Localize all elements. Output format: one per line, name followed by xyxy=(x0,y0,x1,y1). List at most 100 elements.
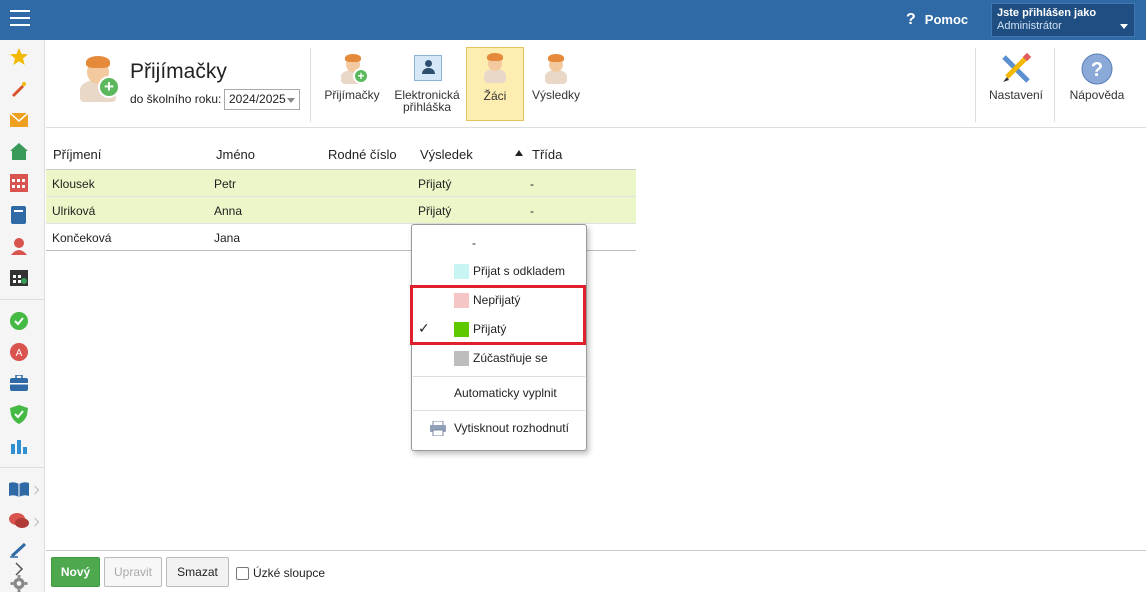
results-icon xyxy=(544,53,568,85)
pen-icon[interactable] xyxy=(10,542,28,558)
magic-wand-icon[interactable] xyxy=(10,80,28,98)
option-label: Vytisknout rozhodnutí xyxy=(454,421,569,435)
svg-text:A: A xyxy=(16,348,23,359)
user-menu[interactable]: Jste přihlášen jako Administrátor xyxy=(991,3,1135,37)
option-prijat-s-odkladem[interactable]: Přijat s odkladem xyxy=(412,257,586,285)
sidebar-divider xyxy=(0,467,44,468)
narrow-columns-checkbox[interactable] xyxy=(236,567,249,580)
column-header-vysledek[interactable]: Výsledek xyxy=(420,147,473,162)
column-header-prijmeni[interactable]: Příjmení xyxy=(53,147,101,162)
question-icon: ? xyxy=(906,11,916,28)
option-label: - xyxy=(472,236,476,250)
help-label: Pomoc xyxy=(924,12,969,27)
cell-trida: - xyxy=(530,177,534,191)
column-header-jmeno[interactable]: Jméno xyxy=(216,147,255,162)
top-bar: ? Pomoc Jste přihlášen jako Administrátor xyxy=(0,0,1146,40)
cell-prijmeni: Končeková xyxy=(52,231,112,245)
toolbar-divider xyxy=(310,48,311,122)
chat-icon[interactable] xyxy=(9,512,29,530)
shield-icon[interactable] xyxy=(10,405,28,424)
tool-nastaveni[interactable]: Nastavení xyxy=(984,47,1048,121)
option-label: Automaticky vyplnit xyxy=(454,386,557,400)
option-automaticky-vyplnit[interactable]: Automaticky vyplnit xyxy=(412,379,586,407)
cell-prijmeni: Klousek xyxy=(52,177,95,191)
menu-divider xyxy=(413,376,585,377)
cell-prijmeni: Ulriková xyxy=(52,204,96,218)
delete-button[interactable]: Smazat xyxy=(166,557,229,587)
sort-ascending-icon[interactable] xyxy=(515,150,523,156)
gear-icon[interactable] xyxy=(10,575,28,592)
footer-toolbar: Nový Upravit Smazat Úzké sloupce xyxy=(46,550,1146,592)
hamburger-menu-icon[interactable] xyxy=(10,10,30,28)
app-header: + Přijímačky do školního roku: 2024/2025… xyxy=(46,40,1146,128)
person-icon[interactable] xyxy=(10,237,28,255)
column-header-trida[interactable]: Třída xyxy=(532,147,562,162)
cell-jmeno: Petr xyxy=(214,177,237,191)
expand-chevron-icon[interactable] xyxy=(14,562,24,576)
chevron-right-icon[interactable] xyxy=(30,517,40,527)
highlight-box xyxy=(410,285,586,345)
cell-vysledek[interactable]: Přijatý xyxy=(418,177,451,191)
timetable-icon[interactable] xyxy=(10,268,28,286)
chevron-right-icon[interactable] xyxy=(30,485,40,495)
tool-label: Přijímačky xyxy=(324,88,380,102)
admissions-avatar-icon: + xyxy=(78,54,120,102)
menu-divider xyxy=(413,410,585,411)
book-icon[interactable] xyxy=(11,206,26,224)
option-none[interactable]: - xyxy=(412,229,586,257)
tool-label: Žáci xyxy=(483,89,507,103)
printer-icon xyxy=(430,421,446,436)
tool-elektronicka-prihlaska[interactable]: Elektronická přihláška xyxy=(390,47,464,121)
help-link[interactable]: ? Pomoc xyxy=(906,11,968,29)
svg-text:?: ? xyxy=(1091,59,1103,81)
id-card-icon xyxy=(414,55,442,81)
pencil-ruler-icon xyxy=(1002,53,1032,83)
table-row[interactable]: Klousek Petr Přijatý - xyxy=(46,170,636,197)
school-year-value: 2024/2025 xyxy=(229,92,286,106)
envelope-icon[interactable] xyxy=(10,113,28,127)
star-icon[interactable] xyxy=(9,47,29,67)
check-circle-icon[interactable] xyxy=(10,312,28,330)
tool-label: přihláška xyxy=(402,100,452,114)
color-swatch xyxy=(454,264,469,279)
cell-jmeno: Anna xyxy=(214,204,243,218)
grade-icon[interactable]: A xyxy=(10,343,28,361)
table-header: Příjmení Jméno Rodné číslo Výsledek Tříd… xyxy=(46,140,636,170)
tool-label: Nastavení xyxy=(988,88,1044,102)
tool-label: Nápověda xyxy=(1069,88,1125,102)
option-label: Přijat s odkladem xyxy=(473,264,566,278)
home-icon[interactable] xyxy=(10,143,28,160)
table-row[interactable]: Ulriková Anna Přijatý - xyxy=(46,197,636,224)
option-zucastnuje-se[interactable]: Zúčastňuje se xyxy=(412,344,586,372)
cell-trida: - xyxy=(530,204,534,218)
column-header-rodne-cislo[interactable]: Rodné číslo xyxy=(328,147,397,162)
toolbar-divider xyxy=(1054,48,1055,122)
help-icon: ? xyxy=(1081,53,1113,85)
sidebar: A xyxy=(0,40,45,592)
new-button[interactable]: Nový xyxy=(51,557,100,587)
year-label: do školního roku: xyxy=(130,92,222,106)
tool-prijimacky[interactable]: + Přijímačky xyxy=(320,47,384,121)
tool-napoveda[interactable]: ? Nápověda xyxy=(1064,47,1130,121)
chevron-down-icon xyxy=(287,98,295,103)
option-vytisknout-rozhodnuti[interactable]: Vytisknout rozhodnutí xyxy=(412,414,586,442)
student-icon xyxy=(483,52,507,84)
chevron-down-icon xyxy=(1120,24,1128,29)
cell-vysledek[interactable]: Přijatý xyxy=(418,204,451,218)
calendar-icon[interactable] xyxy=(10,174,28,192)
add-person-icon: + xyxy=(340,53,369,85)
briefcase-icon[interactable] xyxy=(10,375,28,391)
tool-vysledky[interactable]: Výsledky xyxy=(528,47,584,121)
tool-label: Výsledky xyxy=(531,88,581,102)
sidebar-divider xyxy=(0,299,44,300)
user-caption: Jste přihlášen jako xyxy=(997,7,1097,19)
edit-button[interactable]: Upravit xyxy=(104,557,162,587)
open-book-icon[interactable] xyxy=(9,481,29,497)
narrow-columns-label[interactable]: Úzké sloupce xyxy=(253,566,325,580)
chart-icon[interactable] xyxy=(10,438,28,454)
school-year-select[interactable]: 2024/2025 xyxy=(224,89,300,110)
option-label: Zúčastňuje se xyxy=(473,351,548,365)
toolbar-divider xyxy=(975,48,976,122)
page-title: Přijímačky xyxy=(130,60,227,83)
tool-zaci[interactable]: Žáci xyxy=(466,47,524,121)
